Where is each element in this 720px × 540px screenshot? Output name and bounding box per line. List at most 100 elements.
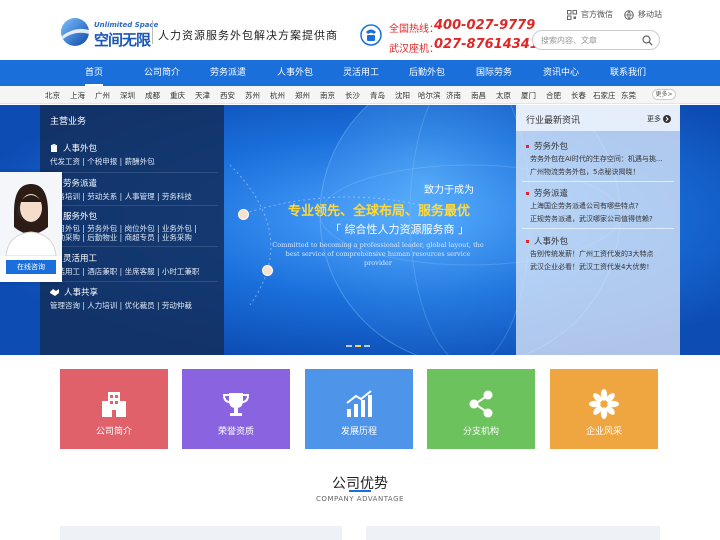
slider-dot[interactable] [364, 345, 370, 347]
city-link[interactable]: 北京 [45, 90, 60, 101]
city-link[interactable]: 东莞 [621, 90, 636, 101]
city-link[interactable]: 青岛 [370, 90, 385, 101]
news-category-name: 劳务派遣 [534, 189, 569, 199]
nav-international-labor[interactable]: 国际劳务 [476, 60, 512, 86]
brand-slogan: 人力资源服务外包解决方案提供商 [158, 29, 338, 42]
news-item[interactable]: 正规劳务派遣，武汉哪家公司值得信赖? [530, 214, 653, 224]
nav-logistics-outsourcing[interactable]: 后勤外包 [409, 60, 445, 86]
online-consult-button[interactable]: 在线咨询 [6, 260, 56, 274]
city-link[interactable]: 长春 [571, 90, 586, 101]
advantage-card [60, 526, 342, 540]
nav-news-center[interactable]: 资讯中心 [543, 60, 579, 86]
growth-chart-icon [346, 390, 372, 417]
nav-contact-us[interactable]: 联系我们 [610, 60, 646, 86]
news-panel-title: 行业最新资讯 [526, 116, 581, 126]
section-title-underline [349, 490, 371, 492]
city-link[interactable]: 广州 [95, 90, 110, 101]
logo-divider [152, 20, 153, 44]
slider-dot-active[interactable] [355, 345, 361, 347]
city-link[interactable]: 南昌 [471, 90, 486, 101]
service-group-name: 人事共享 [64, 288, 99, 298]
customer-service-avatar [0, 172, 62, 256]
banner-tagline-top: 致力于成为 [424, 185, 474, 196]
city-link[interactable]: 杭州 [270, 90, 285, 101]
flower-icon [589, 389, 619, 419]
search-icon[interactable] [642, 35, 653, 46]
tile-company-intro[interactable]: 公司简介 [60, 369, 168, 449]
service-group-links[interactable]: 管理咨询 | 人力培训 | 优化裁员 | 劳动仲裁 [50, 300, 192, 311]
news-category: 劳务派遣 [526, 187, 568, 199]
hotline-number[interactable]: 400-027-9779 [434, 18, 535, 33]
tile-corporate-style[interactable]: 企业风采 [550, 369, 658, 449]
avatar-pin [238, 209, 249, 220]
share-nodes-icon [469, 390, 493, 418]
city-link[interactable]: 济南 [446, 90, 461, 101]
wechat-link-label: 官方微信 [581, 10, 613, 19]
seat-phone-number[interactable]: 027-87614341 [434, 37, 539, 52]
tile-label: 荣誉资质 [217, 427, 254, 437]
slider-dot[interactable] [346, 345, 352, 347]
logo-chinese-text: 空间无限 [94, 31, 151, 49]
news-item[interactable]: 武汉企业必看！武汉工资代发4大优势! [530, 262, 649, 272]
globe-icon [624, 9, 634, 20]
city-link[interactable]: 西安 [220, 90, 235, 101]
tile-label: 企业风采 [585, 427, 622, 437]
nav-labor-dispatch[interactable]: 劳务派遣 [210, 60, 246, 86]
nav-flexible-employment[interactable]: 灵活用工 [343, 60, 379, 86]
bullet-icon [526, 239, 529, 243]
city-link[interactable]: 深圳 [120, 90, 135, 101]
news-more-label: 更多 [647, 115, 661, 123]
city-link[interactable]: 成都 [145, 90, 160, 101]
banner-english-text: Committed to becoming a professional lea… [272, 241, 484, 267]
city-link[interactable]: 上海 [70, 90, 85, 101]
tile-honors[interactable]: 荣誉资质 [182, 369, 290, 449]
service-group-name: 服务外包 [63, 212, 98, 222]
service-group-head: 人事共享 [50, 286, 98, 298]
clipboard-icon [51, 144, 57, 152]
tile-history[interactable]: 发展历程 [305, 369, 413, 449]
more-cities-button[interactable]: 更多> [652, 89, 676, 100]
seat-phone-label: 武汉座机： [389, 44, 439, 55]
service-group-links[interactable]: 日结用工 | 酒店兼职 | 坐席客服 | 小时工兼职 [50, 266, 199, 277]
chevron-right-icon [663, 115, 671, 123]
news-category: 劳务外包 [526, 140, 568, 152]
trophy-icon [222, 393, 250, 416]
city-link[interactable]: 厦门 [521, 90, 536, 101]
search-box [532, 30, 660, 50]
tile-label: 公司简介 [95, 427, 132, 437]
city-link[interactable]: 太原 [496, 90, 511, 101]
logo-english-text: Unlimited Space [94, 21, 159, 29]
nav-company-intro[interactable]: 公司简介 [144, 60, 180, 86]
news-item[interactable]: 广州物流劳务外包，5点秘诀揭晓！ [530, 167, 639, 177]
city-link[interactable]: 石家庄 [593, 90, 616, 101]
tile-branches[interactable]: 分支机构 [427, 369, 535, 449]
nav-hr-outsourcing[interactable]: 人事外包 [277, 60, 313, 86]
hotline-label: 全国热线： [389, 24, 439, 35]
divider [46, 205, 218, 206]
nav-home[interactable]: 首页 [85, 60, 104, 86]
service-group-links[interactable]: 代发工资 | 个税申报 | 薪酬外包 [50, 156, 155, 167]
main-services-panel: 主营业务 人事外包 代发工资 | 个税申报 | 薪酬外包 劳务派遣 劳务培训 |… [40, 105, 224, 355]
news-category-name: 劳务外包 [534, 142, 569, 152]
city-link[interactable]: 哈尔滨 [418, 90, 441, 101]
city-link[interactable]: 南京 [320, 90, 335, 101]
city-link[interactable]: 长沙 [345, 90, 360, 101]
bullet-icon [526, 144, 529, 148]
service-group-links[interactable]: 劳务培训 | 劳动关系 | 人事管理 | 劳务科技 [50, 191, 192, 202]
site-header: Unlimited Space 空间无限 人力资源服务外包解决方案提供商 全国热… [0, 0, 720, 60]
news-item[interactable]: 告别传统发薪！广州工资代发的3大特点 [530, 249, 653, 259]
wechat-link[interactable]: 官方微信 [567, 9, 613, 20]
city-link[interactable]: 合肥 [546, 90, 561, 101]
city-link[interactable]: 苏州 [245, 90, 260, 101]
city-link[interactable]: 郑州 [295, 90, 310, 101]
city-link[interactable]: 沈阳 [395, 90, 410, 101]
divider [46, 172, 218, 173]
news-item[interactable]: 上海国企劳务派遣公司有哪些特点? [530, 201, 639, 211]
news-item[interactable]: 劳务外包在AI时代的生存空间：机遇与挑... [530, 154, 663, 164]
search-input[interactable] [541, 34, 637, 47]
news-more-link[interactable]: 更多 [647, 114, 671, 124]
city-link[interactable]: 天津 [195, 90, 210, 101]
city-link[interactable]: 重庆 [170, 90, 185, 101]
mobile-site-link[interactable]: 移动站 [624, 9, 662, 20]
service-group-links[interactable]: 项目外包 | 劳务外包 | 岗位外包 | 业务外包 | 后勤采购 | 后勤物业 … [50, 224, 200, 242]
